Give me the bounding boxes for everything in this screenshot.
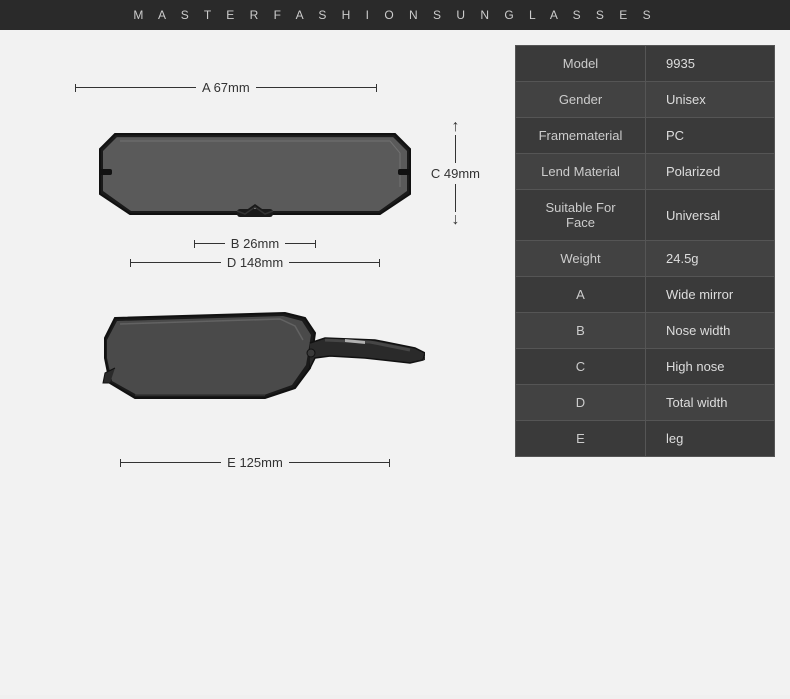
spec-value: PC [646,118,775,154]
dimension-c: ↑ C 49mm ↓ [431,119,480,228]
glasses-side-svg [85,288,425,448]
spec-value: 24.5g [646,241,775,277]
spec-value: Unisex [646,82,775,118]
spec-value: Universal [646,190,775,241]
table-row: A Wide mirror [516,277,775,313]
spec-label: E [516,421,646,457]
dimension-a: A 67mm [75,80,377,95]
spec-value: Total width [646,385,775,421]
spec-value: Polarized [646,154,775,190]
table-row: Suitable For Face Universal [516,190,775,241]
table-row: D Total width [516,385,775,421]
diagram-panel: A 67mm ↑ C 49mm ↓ [0,30,500,695]
table-row: C High nose [516,349,775,385]
spec-label: C [516,349,646,385]
front-diagram: A 67mm ↑ C 49mm ↓ [65,80,445,270]
table-row: Model 9935 [516,46,775,82]
spec-label: Lend Material [516,154,646,190]
spec-label: Gender [516,82,646,118]
specs-panel: Model 9935 Gender Unisex Framematerial P… [500,30,790,695]
spec-label: Suitable For Face [516,190,646,241]
spec-label: Weight [516,241,646,277]
spec-value: Nose width [646,313,775,349]
glasses-front-svg [85,99,425,229]
table-row: Lend Material Polarized [516,154,775,190]
spec-value: leg [646,421,775,457]
spec-value: High nose [646,349,775,385]
spec-value: 9935 [646,46,775,82]
spec-label: B [516,313,646,349]
spec-label: Framematerial [516,118,646,154]
table-row: Gender Unisex [516,82,775,118]
dimension-b: B 26mm [85,236,425,251]
table-row: B Nose width [516,313,775,349]
table-row: Weight 24.5g [516,241,775,277]
spec-label: D [516,385,646,421]
specs-table: Model 9935 Gender Unisex Framematerial P… [515,45,775,457]
brand-title: M A S T E R F A S H I O N S U N G L A S … [133,8,656,22]
main-content: A 67mm ↑ C 49mm ↓ [0,30,790,695]
table-row: Framematerial PC [516,118,775,154]
side-diagram: E 125mm [85,288,425,470]
spec-label: A [516,277,646,313]
site-header: M A S T E R F A S H I O N S U N G L A S … [0,0,790,30]
spec-value: Wide mirror [646,277,775,313]
dimension-e: E 125mm [85,455,425,470]
table-row: E leg [516,421,775,457]
spec-label: Model [516,46,646,82]
dimension-d: D 148mm [85,255,425,270]
